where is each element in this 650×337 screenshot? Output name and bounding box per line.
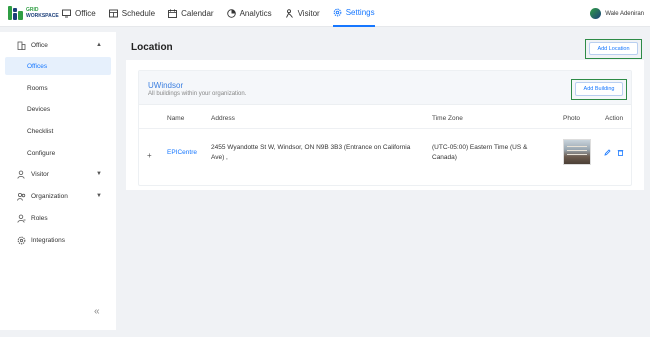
main-nav: Office Schedule Calendar Analytics Visit… xyxy=(62,0,388,27)
roles-icon xyxy=(17,214,26,223)
sidebar-item-configure[interactable]: Configure xyxy=(5,144,111,162)
sidebar-item-roles[interactable]: Roles xyxy=(0,208,116,228)
sidebar-item-organization[interactable]: Organization ▼ xyxy=(0,186,116,206)
sidebar-item-offices-label: Offices xyxy=(27,62,48,70)
brand-line2: WORKSPACE xyxy=(26,13,59,19)
sidebar-item-visitor-label: Visitor xyxy=(31,170,49,178)
sidebar-item-organization-label: Organization xyxy=(31,192,68,200)
sidebar-item-rooms[interactable]: Rooms xyxy=(5,79,111,97)
nav-settings[interactable]: Settings xyxy=(332,0,375,27)
nav-office-label: Office xyxy=(75,9,96,18)
card-header xyxy=(139,71,631,105)
building-photo xyxy=(563,139,591,165)
building-card: UWindsor All buildings within your organ… xyxy=(138,70,632,186)
add-location-button[interactable]: Add Location xyxy=(589,42,638,55)
timezone-line1: (UTC-05:00) Eastern Time (US & xyxy=(432,144,528,151)
nav-schedule[interactable]: Schedule xyxy=(108,0,156,27)
organization-icon xyxy=(17,192,26,201)
nav-settings-label: Settings xyxy=(345,8,375,17)
calendar-table-icon xyxy=(108,9,118,18)
sidebar-item-checklist[interactable]: Checklist xyxy=(5,122,111,140)
nav-visitor[interactable]: Visitor xyxy=(285,0,320,27)
building-address: 2455 Wyandotte St W, Windsor, ON N9B 3B3… xyxy=(211,143,426,163)
monitor-icon xyxy=(62,9,71,18)
user-icon xyxy=(17,170,26,179)
nav-calendar-label: Calendar xyxy=(181,9,214,18)
top-navigation-bar: GRID WORKSPACE Office Schedule Calendar … xyxy=(0,0,650,27)
sidebar-item-office-label: Office xyxy=(31,41,48,49)
pie-chart-icon xyxy=(226,9,236,18)
sidebar-item-configure-label: Configure xyxy=(27,149,56,157)
page-header xyxy=(126,36,644,60)
sidebar-item-roles-label: Roles xyxy=(31,214,48,222)
user-menu[interactable]: Wale Adeniran xyxy=(590,8,644,19)
sidebar-item-offices[interactable]: Offices xyxy=(5,57,111,75)
column-header-action: Action xyxy=(605,115,624,122)
edit-icon[interactable] xyxy=(604,149,611,158)
sidebar-item-devices[interactable]: Devices xyxy=(5,100,111,118)
logo-mark-icon xyxy=(8,6,23,20)
column-header-photo: Photo xyxy=(563,115,580,122)
add-building-button[interactable]: Add Building xyxy=(575,82,623,96)
chevron-down-icon: ▼ xyxy=(96,193,102,199)
visitor-icon xyxy=(285,9,294,18)
sidebar-item-rooms-label: Rooms xyxy=(27,84,48,92)
nav-schedule-label: Schedule xyxy=(121,9,156,18)
sidebar-item-integrations-label: Integrations xyxy=(31,236,65,244)
address-line2: Ave) , xyxy=(211,154,228,161)
calendar-icon xyxy=(168,9,178,18)
sidebar-item-devices-label: Devices xyxy=(27,105,51,113)
nav-visitor-label: Visitor xyxy=(297,9,320,18)
organization-subtitle: All buildings within your organization. xyxy=(148,91,247,97)
main-content: Location Add Location UWindsor All build… xyxy=(126,36,644,190)
delete-icon[interactable] xyxy=(617,149,624,158)
building-name-link[interactable]: EPICentre xyxy=(167,148,197,158)
column-header-name: Name xyxy=(167,115,185,122)
sidebar-item-visitor[interactable]: Visitor ▼ xyxy=(0,164,116,184)
timezone-line2: Canada) xyxy=(432,154,457,161)
app-logo[interactable]: GRID WORKSPACE xyxy=(8,6,59,20)
column-header-timezone: Time Zone xyxy=(432,115,463,122)
column-header-address: Address xyxy=(211,115,235,122)
nav-analytics[interactable]: Analytics xyxy=(226,0,272,27)
nav-calendar[interactable]: Calendar xyxy=(168,0,214,27)
chevron-up-icon: ▲ xyxy=(96,42,102,48)
settings-cog-icon xyxy=(17,236,26,245)
nav-office[interactable]: Office xyxy=(62,0,96,27)
sidebar-item-checklist-label: Checklist xyxy=(27,127,54,135)
gear-icon xyxy=(333,8,342,17)
building-icon xyxy=(17,41,26,50)
sidebar-item-integrations[interactable]: Integrations xyxy=(0,230,116,250)
expand-row-button[interactable]: + xyxy=(147,151,152,160)
nav-analytics-label: Analytics xyxy=(239,9,272,18)
organization-title: UWindsor xyxy=(148,81,184,90)
header-divider xyxy=(139,128,631,129)
page-title: Location xyxy=(131,42,173,53)
address-line1: 2455 Wyandotte St W, Windsor, ON N9B 3B3… xyxy=(211,144,411,151)
sidebar-item-office[interactable]: Office ▲ xyxy=(0,35,116,55)
building-timezone: (UTC-05:00) Eastern Time (US & Canada) xyxy=(432,143,552,163)
collapse-sidebar-icon[interactable]: « xyxy=(94,306,100,317)
sidebar: Office ▲ Offices Rooms Devices Checklist… xyxy=(0,32,116,330)
chevron-down-icon: ▼ xyxy=(96,171,102,177)
avatar xyxy=(590,8,602,19)
user-name: Wale Adeniran xyxy=(605,10,644,17)
